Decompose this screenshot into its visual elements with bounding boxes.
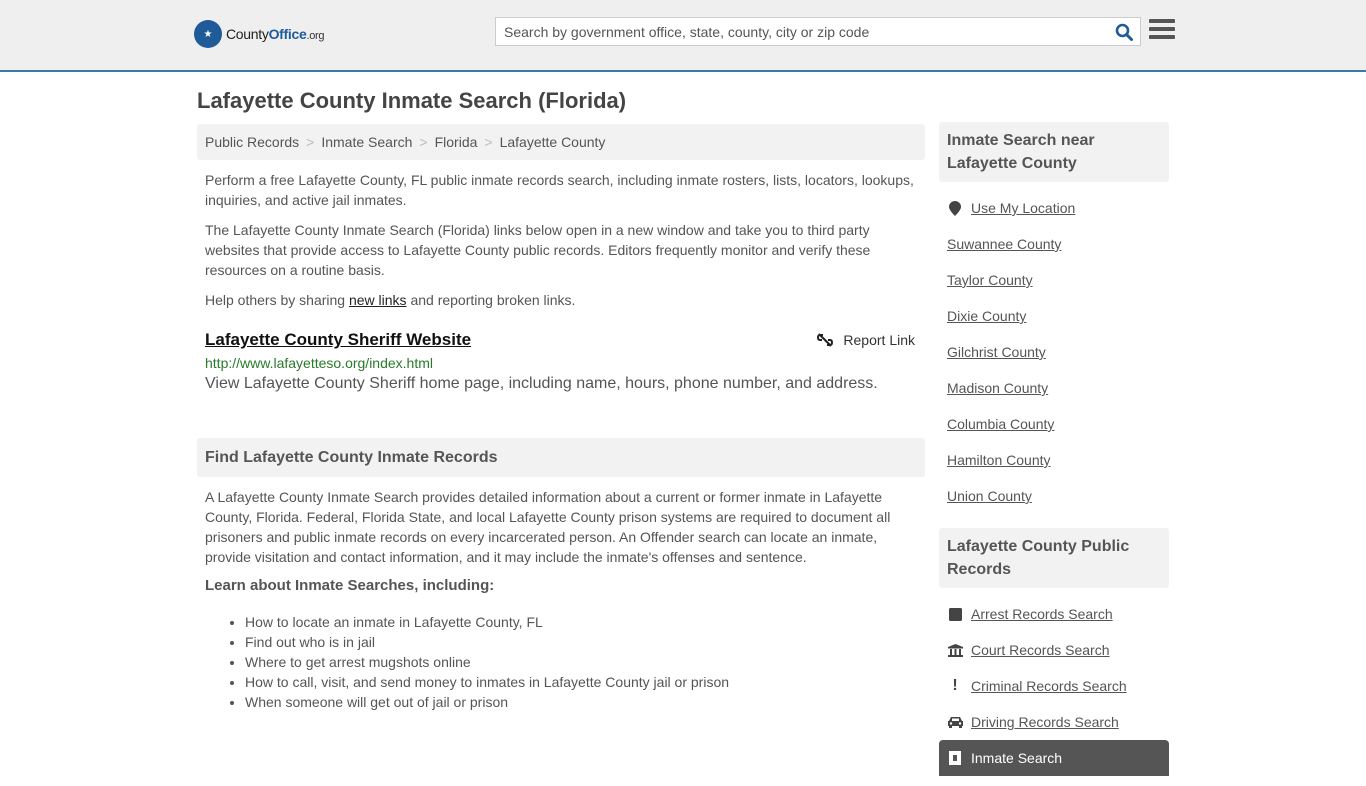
hamburger-menu-icon[interactable]	[1149, 19, 1175, 43]
result-item: Lafayette County Sheriff Website Report …	[197, 330, 925, 393]
result-description: View Lafayette County Sheriff home page,…	[205, 375, 878, 392]
nearby-list: Use My Location Suwannee County Taylor C…	[939, 182, 1169, 524]
breadcrumb-inmate-search[interactable]: Inmate Search	[321, 134, 412, 150]
search-icon	[1115, 23, 1133, 41]
main-content: Public Records > Inmate Search > Florida…	[197, 124, 925, 712]
new-links-link[interactable]: new links	[349, 292, 407, 308]
courthouse-icon	[947, 643, 963, 657]
share-paragraph: Help others by sharing new links and rep…	[205, 292, 576, 308]
sidebar-item-driving-records[interactable]: Driving Records Search	[947, 704, 1169, 740]
map-marker-icon	[947, 200, 963, 216]
list-item: How to call, visit, and send money to in…	[245, 672, 925, 692]
result-url: http://www.lafayetteso.org/index.html	[205, 355, 433, 371]
search-bar	[495, 17, 1141, 46]
breadcrumb-separator: >	[484, 134, 493, 150]
sidebar-item-use-location[interactable]: Use My Location	[947, 190, 1169, 226]
sidebar-item-court-records[interactable]: Court Records Search	[947, 632, 1169, 668]
logo-text: CountyOffice.org	[226, 26, 325, 42]
sidebar-item-nearby[interactable]: Dixie County	[947, 298, 1169, 334]
learn-list: How to locate an inmate in Lafayette Cou…	[245, 612, 925, 712]
breadcrumb-separator: >	[419, 134, 428, 150]
page-title: Lafayette County Inmate Search (Florida)	[197, 88, 627, 113]
list-item: When someone will get out of jail or pri…	[245, 692, 925, 712]
sidebar-item-nearby[interactable]: Columbia County	[947, 406, 1169, 442]
sidebar-item-nearby[interactable]: Suwannee County	[947, 226, 1169, 262]
breadcrumb: Public Records > Inmate Search > Florida…	[197, 124, 925, 160]
site-logo[interactable]: ★ CountyOffice.org	[194, 20, 325, 48]
records-list: Arrest Records Search Court Records Sear…	[939, 588, 1169, 786]
sidebar-item-nearby[interactable]: Madison County	[947, 370, 1169, 406]
list-item: Where to get arrest mugshots online	[245, 652, 925, 672]
records-heading: Lafayette County Public Records	[939, 528, 1169, 588]
search-input[interactable]	[496, 23, 1108, 40]
broken-link-icon	[817, 333, 834, 347]
disclaimer-paragraph: The Lafayette County Inmate Search (Flor…	[205, 222, 871, 278]
list-item: How to locate an inmate in Lafayette Cou…	[245, 612, 925, 632]
sidebar-item-nearby[interactable]: Taylor County	[947, 262, 1169, 298]
nearby-heading: Inmate Search near Lafayette County	[939, 122, 1169, 182]
sidebar-item-nearby[interactable]: Union County	[947, 478, 1169, 514]
sidebar-item-arrest-records[interactable]: Arrest Records Search	[947, 596, 1169, 632]
intro-paragraph: Perform a free Lafayette County, FL publ…	[205, 172, 914, 208]
sidebar-item-inmate-search[interactable]: Inmate Search	[939, 740, 1169, 776]
car-icon	[947, 716, 963, 728]
result-title-link[interactable]: Lafayette County Sheriff Website	[205, 330, 471, 349]
find-records-heading: Find Lafayette County Inmate Records	[197, 438, 925, 477]
breadcrumb-separator: >	[306, 134, 315, 150]
site-header: ★ CountyOffice.org	[0, 0, 1366, 72]
breadcrumb-public-records[interactable]: Public Records	[205, 134, 299, 150]
sidebar: Inmate Search near Lafayette County Use …	[939, 122, 1169, 786]
square-icon	[947, 607, 963, 621]
learn-heading: Learn about Inmate Searches, including:	[205, 577, 495, 594]
sidebar-item-nearby[interactable]: Gilchrist County	[947, 334, 1169, 370]
search-button[interactable]	[1108, 18, 1140, 45]
sidebar-item-criminal-records[interactable]: ! Criminal Records Search	[947, 668, 1169, 704]
list-item: Find out who is in jail	[245, 632, 925, 652]
logo-eagle-icon: ★	[194, 20, 222, 48]
report-link-button[interactable]: Report Link	[817, 332, 915, 348]
exclamation-icon: !	[952, 677, 958, 694]
jail-door-icon	[947, 751, 963, 765]
sidebar-item-nearby[interactable]: Hamilton County	[947, 442, 1169, 478]
breadcrumb-current: Lafayette County	[499, 134, 606, 150]
find-records-body: A Lafayette County Inmate Search provide…	[205, 489, 891, 565]
breadcrumb-florida[interactable]: Florida	[435, 134, 478, 150]
